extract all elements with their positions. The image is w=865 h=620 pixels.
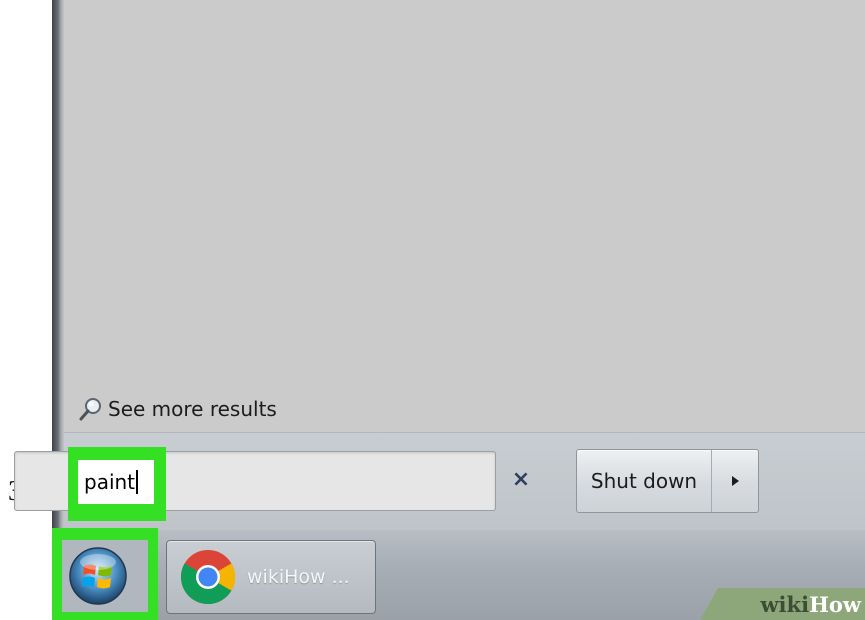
watermark-how: How bbox=[809, 591, 861, 617]
shutdown-options-button[interactable] bbox=[712, 450, 758, 512]
taskbar-item-chrome[interactable]: wikiHow ... bbox=[166, 540, 376, 614]
search-results-area: See more results bbox=[64, 0, 865, 433]
windows-orb-icon bbox=[68, 547, 128, 610]
see-more-results-label: See more results bbox=[108, 397, 277, 421]
shutdown-group: Shut down bbox=[576, 449, 759, 513]
triangle-right-icon bbox=[729, 472, 741, 491]
shutdown-button[interactable]: Shut down bbox=[577, 450, 712, 512]
see-more-results-link[interactable]: See more results bbox=[78, 396, 277, 422]
start-button[interactable] bbox=[68, 546, 128, 606]
taskbar-item-label: wikiHow ... bbox=[247, 566, 350, 588]
search-input-value: paint bbox=[84, 470, 136, 494]
chrome-icon bbox=[179, 548, 237, 606]
watermark-wiki: wiki bbox=[760, 591, 810, 617]
magnifier-icon bbox=[78, 396, 104, 422]
clear-search-icon[interactable]: × bbox=[508, 467, 534, 493]
search-input[interactable]: paint bbox=[78, 460, 154, 504]
wikihow-watermark: wiki How bbox=[700, 588, 865, 620]
screenshot-stage: 3. See more results paint × Shut down bbox=[0, 0, 865, 620]
text-caret bbox=[136, 470, 139, 494]
